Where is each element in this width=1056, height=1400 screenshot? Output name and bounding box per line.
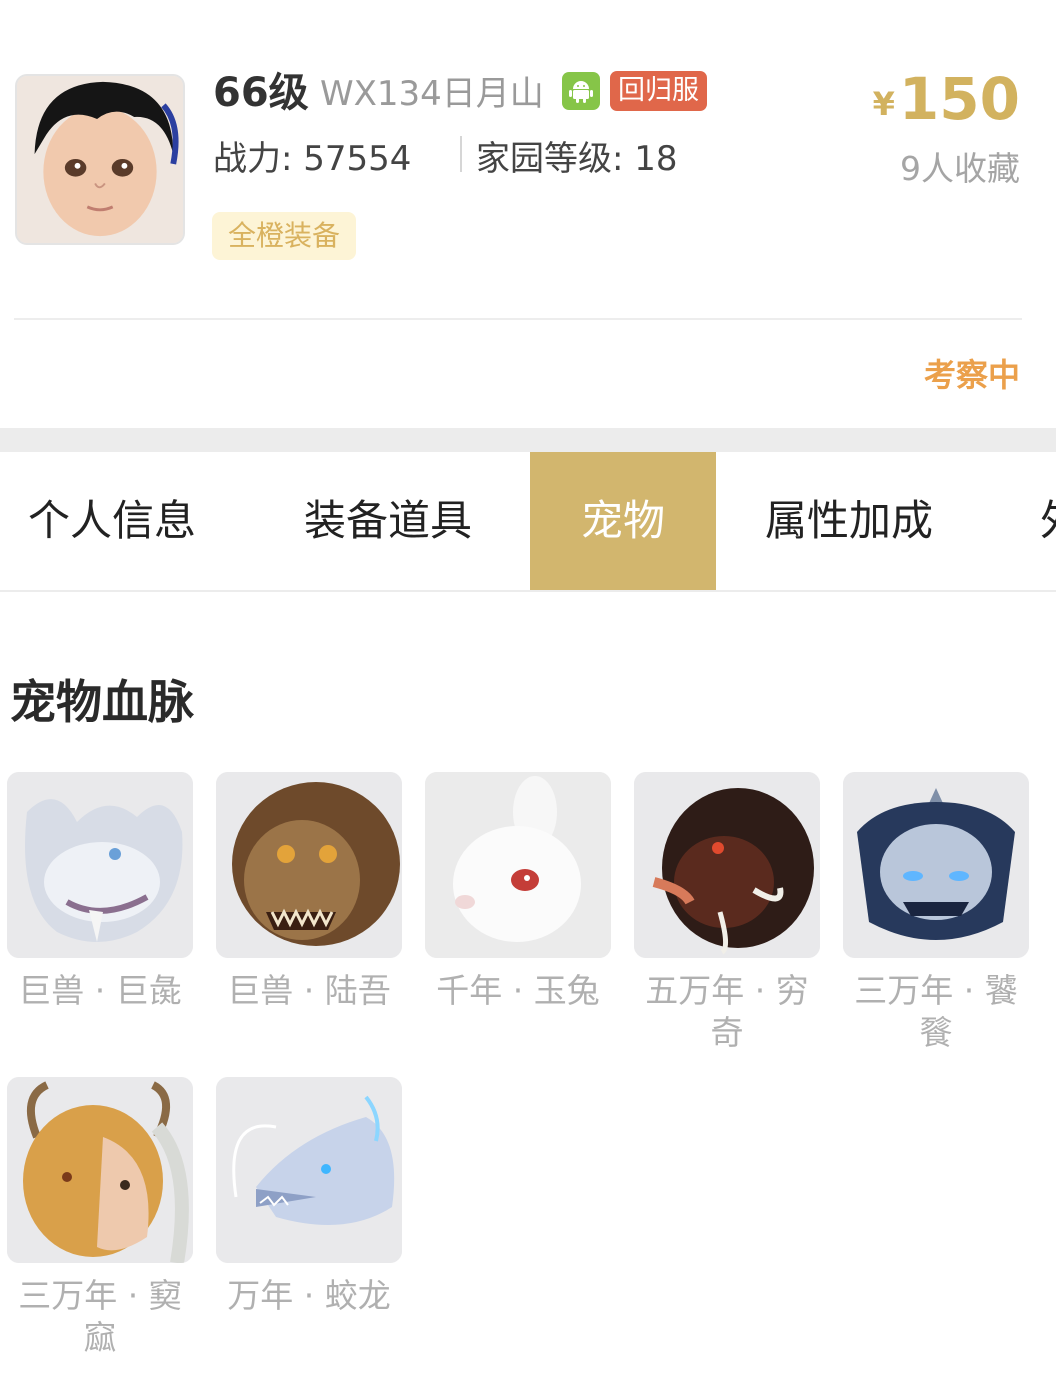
pet-name: 三万年 · 窫窳	[18, 1276, 182, 1357]
ice-dragon-head-icon	[216, 1077, 402, 1263]
tab-attributes[interactable]: 属性加成	[765, 452, 933, 590]
pet-card[interactable]: 巨兽 · 巨彘	[7, 772, 193, 1012]
avatar	[15, 74, 185, 245]
white-rabbit-head-icon	[425, 772, 611, 958]
price-value: 150	[898, 65, 1020, 133]
server-name: WX134日月山	[320, 74, 544, 114]
tab-personal-info[interactable]: 个人信息	[28, 452, 196, 590]
dark-beast-head-icon	[634, 772, 820, 958]
tab-bar: 个人信息 装备道具 宠物 属性加成 外	[0, 452, 1056, 592]
pet-name: 万年 · 蛟龙	[227, 1276, 391, 1315]
favorites-count: 9人收藏	[900, 149, 1020, 188]
white-beast-head-icon	[7, 772, 193, 958]
pet-card[interactable]: 万年 · 蛟龙	[216, 1077, 402, 1317]
tab-pets[interactable]: 宠物	[530, 452, 716, 590]
tab-more[interactable]: 外	[1040, 452, 1056, 590]
section-title: 宠物血脉	[10, 675, 194, 729]
blue-armored-beast-head-icon	[843, 772, 1029, 958]
horned-beast-head-icon	[7, 1077, 193, 1263]
pet-name: 千年 · 玉兔	[436, 971, 600, 1010]
price: ¥150	[873, 64, 1020, 134]
return-server-badge: 回归服	[610, 71, 707, 111]
divider	[460, 136, 462, 172]
pet-card[interactable]: 巨兽 · 陆吾	[216, 772, 402, 1012]
android-icon	[562, 72, 600, 110]
section-separator	[0, 428, 1056, 452]
status-badge: 考察中	[923, 356, 1020, 394]
divider	[14, 318, 1022, 320]
pet-card[interactable]: 五万年 · 穷奇	[634, 772, 820, 1054]
pet-card[interactable]: 三万年 · 窫窳	[7, 1077, 193, 1359]
home-level: 家园等级: 18	[476, 139, 678, 179]
pet-name: 三万年 · 饕餮	[854, 971, 1018, 1052]
pet-name: 巨兽 · 巨彘	[18, 971, 182, 1010]
tab-equipment[interactable]: 装备道具	[304, 452, 472, 590]
equipment-tag: 全橙装备	[212, 212, 357, 260]
character-level: 66级	[213, 70, 309, 116]
pet-card[interactable]: 三万年 · 饕餮	[843, 772, 1029, 1054]
pet-card[interactable]: 千年 · 玉兔	[425, 772, 611, 1012]
character-portrait-icon	[17, 76, 183, 243]
lion-beast-head-icon	[216, 772, 402, 958]
combat-power: 战力: 57554	[213, 139, 412, 179]
pet-name: 巨兽 · 陆吾	[227, 971, 391, 1010]
currency-symbol: ¥	[872, 85, 895, 123]
pet-name: 五万年 · 穷奇	[645, 971, 809, 1052]
